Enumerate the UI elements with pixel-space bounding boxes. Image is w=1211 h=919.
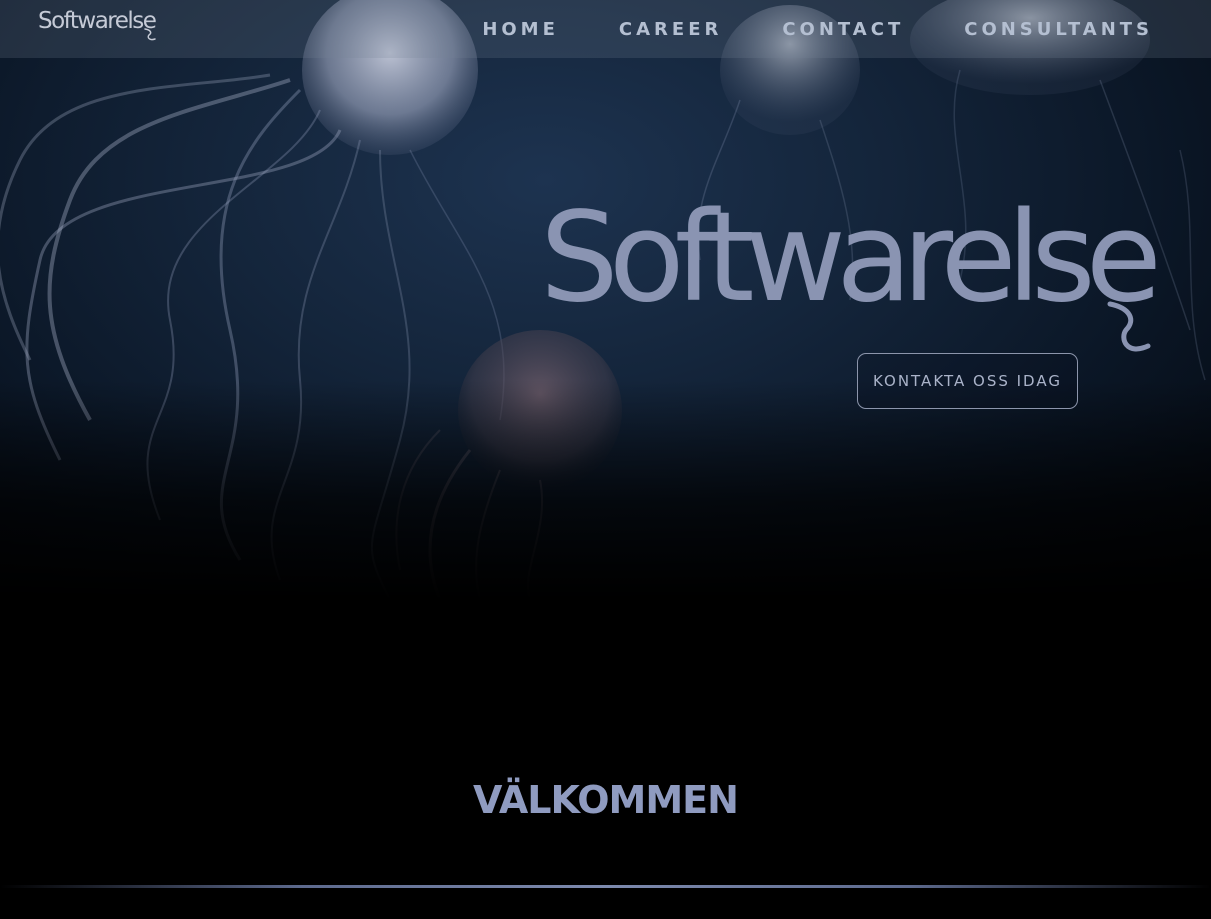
nav-link-consultants[interactable]: CONSULTANTS (964, 19, 1153, 40)
nav-logo[interactable]: Softwarelse (38, 8, 157, 34)
main-nav: HOME CAREER CONTACT CONSULTANTS (482, 19, 1153, 40)
top-navbar: Softwarelse HOME CAREER CONTACT CONSULTA… (0, 0, 1211, 58)
wordmark-tail-flourish (1107, 301, 1151, 352)
brand-wordmark: Softwarelse (540, 186, 1162, 330)
nav-link-contact[interactable]: CONTACT (782, 19, 904, 40)
logo-tail-flourish (144, 28, 156, 41)
section-divider (0, 885, 1211, 888)
nav-link-career[interactable]: CAREER (619, 19, 722, 40)
hero-section: Softwarelse KONTAKTA OSS IDAG (0, 0, 1211, 600)
contact-us-button[interactable]: KONTAKTA OSS IDAG (857, 353, 1078, 409)
hero-fade-overlay (0, 380, 1211, 600)
nav-link-home[interactable]: HOME (482, 19, 559, 40)
welcome-heading: VÄLKOMMEN (473, 778, 739, 822)
